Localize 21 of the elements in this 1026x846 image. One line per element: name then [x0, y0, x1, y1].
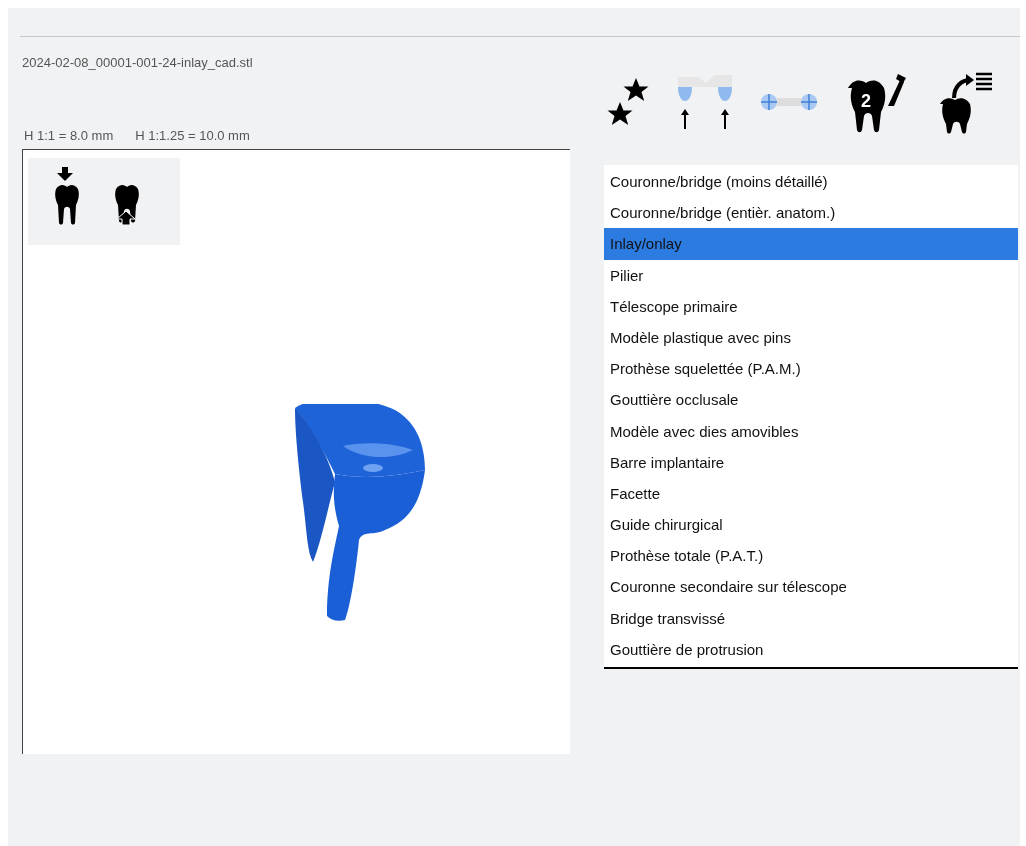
list-item[interactable]: Couronne/bridge (entièr. anatom.) [604, 197, 1018, 229]
list-item[interactable]: Prothèse totale (P.A.T.) [604, 540, 1018, 572]
list-item[interactable]: Couronne secondaire sur télescope [604, 571, 1018, 603]
tooth-top-view-icon[interactable] [52, 166, 82, 225]
list-item[interactable]: Modèle avec dies amovibles [604, 415, 1018, 447]
list-item[interactable]: Guide chirurgical [604, 509, 1018, 541]
list-item[interactable]: Couronne/bridge (moins détaillé) [604, 166, 1018, 198]
tooth-number: 2 [861, 91, 871, 111]
list-item[interactable]: Gouttière occlusale [604, 384, 1018, 416]
scale-label: H 1:1 = 8.0 mm [24, 127, 114, 145]
file-name: 2024-02-08_00001-001-24-inlay_cad.stl [22, 54, 253, 72]
list-item[interactable]: Télescope primaire [604, 290, 1018, 322]
list-item[interactable]: Prothèse squelettée (P.A.M.) [604, 353, 1018, 385]
list-item[interactable]: Gouttière de protrusion [604, 633, 1018, 665]
list-item[interactable]: Barre implantaire [604, 446, 1018, 478]
list-item[interactable]: Bridge transvissé [604, 602, 1018, 634]
scale-label: H 1:1.25 = 10.0 mm [135, 127, 250, 145]
list-item[interactable]: Pilier [604, 259, 1018, 291]
list-item[interactable]: Inlay/onlay [604, 228, 1018, 260]
list-item[interactable]: Modèle plastique avec pins [604, 321, 1018, 354]
list-item[interactable]: Facette [604, 477, 1018, 510]
